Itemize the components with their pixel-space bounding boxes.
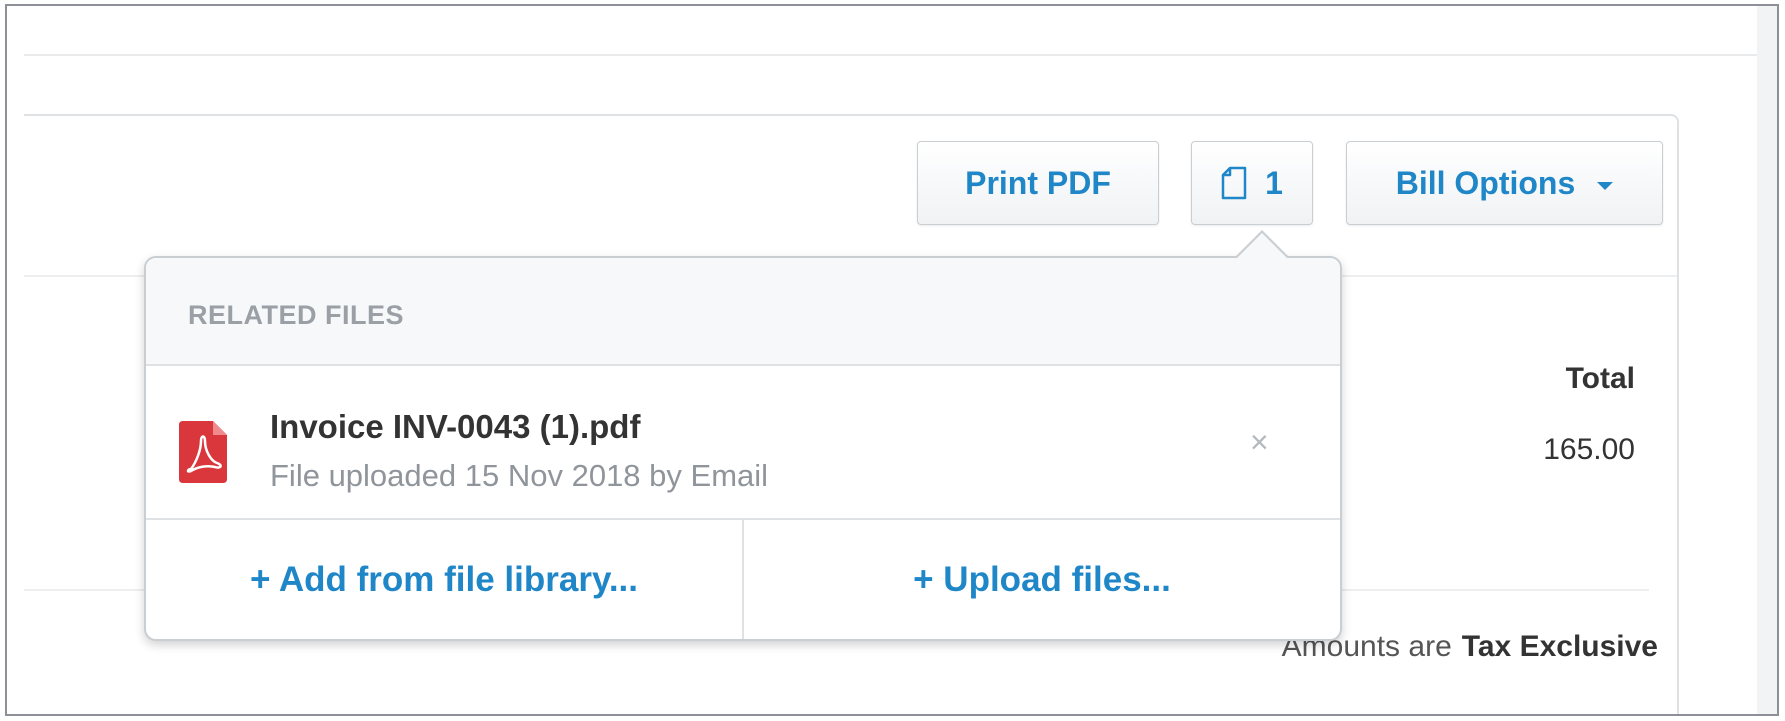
total-value: 165.00: [1543, 433, 1635, 466]
popover-header: RELATED FILES: [146, 258, 1340, 366]
total-column-header: Total: [1565, 362, 1635, 395]
popover-title: RELATED FILES: [188, 300, 405, 330]
popover-arrow-inner: [1236, 233, 1288, 259]
file-name-link[interactable]: Invoice INV-0043 (1).pdf: [270, 408, 640, 446]
file-list-item[interactable]: Invoice INV-0043 (1).pdf File uploaded 1…: [146, 366, 1340, 520]
pdf-icon: [179, 421, 227, 483]
related-files-popover: RELATED FILES Invoice INV-0043 (1).pdf F…: [144, 230, 1342, 641]
right-gutter: [1757, 6, 1777, 714]
bill-options-button[interactable]: Bill Options: [1346, 141, 1663, 225]
bill-options-label: Bill Options: [1395, 164, 1576, 201]
tax-mode-value[interactable]: Tax Exclusive: [1462, 630, 1658, 663]
close-icon[interactable]: ×: [1250, 426, 1269, 458]
related-files-count: 1: [1265, 164, 1283, 201]
add-from-file-library-link[interactable]: + Add from file library...: [146, 520, 742, 639]
upload-files-link[interactable]: + Upload files...: [742, 520, 1340, 639]
caret-down-icon: [1597, 182, 1614, 190]
top-strip: [24, 24, 1757, 56]
related-files-button[interactable]: 1: [1191, 141, 1313, 225]
document-icon: [1221, 166, 1247, 200]
print-pdf-button[interactable]: Print PDF: [917, 141, 1159, 225]
popover-actions: + Add from file library... + Upload file…: [146, 520, 1340, 639]
print-pdf-label: Print PDF: [965, 164, 1111, 201]
file-upload-meta: File uploaded 15 Nov 2018 by Email: [270, 458, 769, 493]
